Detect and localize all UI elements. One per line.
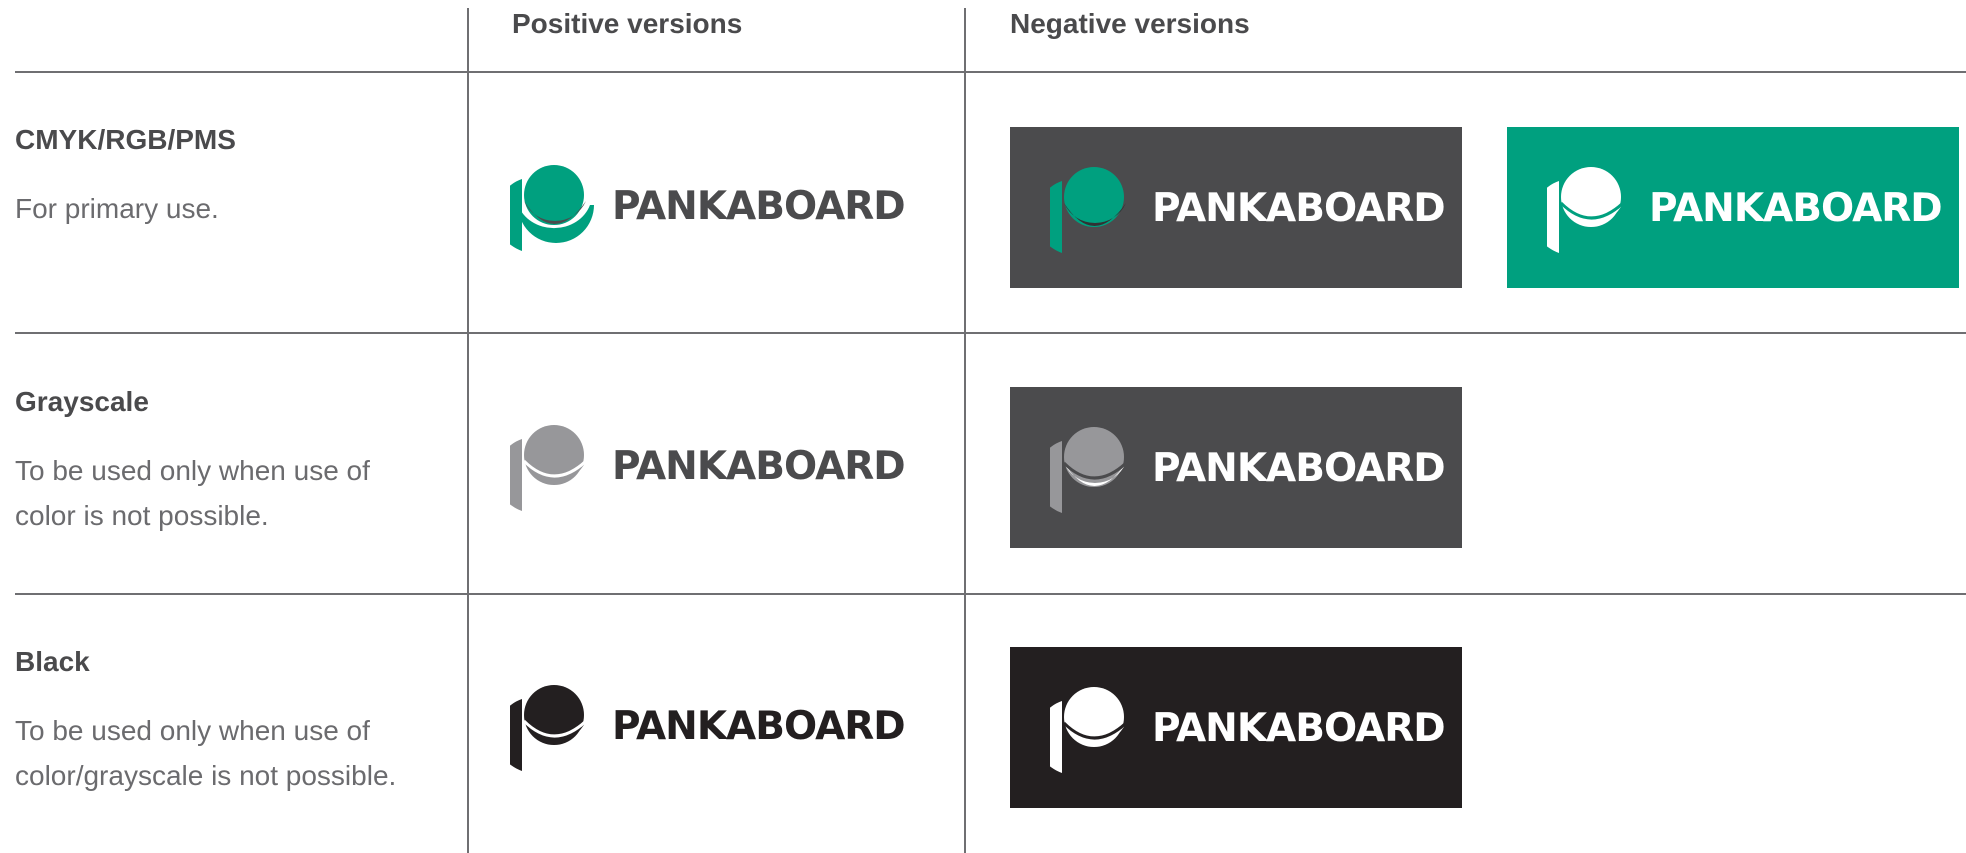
column-divider-right <box>964 8 966 853</box>
pankaboard-mark-icon <box>510 425 588 511</box>
row-title-black: Black <box>15 646 90 677</box>
negative-box-dark-grayscale: PANKABOARD <box>1010 387 1462 548</box>
row-divider-1 <box>15 332 1966 334</box>
logo-negative-color-on-dark: PANKABOARD <box>1050 163 1446 253</box>
row-title-cmyk: CMYK/RGB/PMS <box>15 124 236 155</box>
header-negative-versions: Negative versions <box>1010 8 1250 39</box>
pankaboard-mark-icon <box>1050 687 1128 773</box>
negative-box-green: PANKABOARD <box>1507 127 1959 288</box>
wordmark-text: PANKABOARD <box>612 703 906 749</box>
pankaboard-mark-icon <box>510 685 588 771</box>
wordmark-text: PANKABOARD <box>612 443 906 489</box>
column-divider-left <box>467 8 469 853</box>
row-divider-header <box>15 71 1966 73</box>
pankaboard-mark-icon <box>1050 427 1128 513</box>
row-title-grayscale: Grayscale <box>15 386 149 417</box>
row-description-cmyk: For primary use. <box>15 193 219 224</box>
logo-negative-white-on-black: PANKABOARD <box>1050 683 1446 773</box>
wordmark-text: PANKABOARD <box>1649 185 1943 231</box>
negative-box-dark-color: PANKABOARD <box>1010 127 1462 288</box>
wordmark-text: PANKABOARD <box>1152 705 1446 751</box>
row-divider-2 <box>15 593 1966 595</box>
wordmark-text: PANKABOARD <box>612 183 906 229</box>
logo-positive-color: PANKABOARD <box>510 161 906 251</box>
pankaboard-mark-icon <box>510 165 594 251</box>
logo-positive-grayscale: PANKABOARD <box>510 421 906 511</box>
wordmark-text: PANKABOARD <box>1152 445 1446 491</box>
header-positive-versions: Positive versions <box>512 8 743 39</box>
logo-negative-grayscale-on-dark: PANKABOARD <box>1050 423 1446 513</box>
negative-box-black: PANKABOARD <box>1010 647 1462 808</box>
row-description-grayscale: To be used only when use of color is not… <box>15 455 370 531</box>
logo-negative-white-on-green: PANKABOARD <box>1547 163 1943 253</box>
wordmark-text: PANKABOARD <box>1152 185 1446 231</box>
row-description-black: To be used only when use of color/graysc… <box>15 715 397 791</box>
logo-positive-black: PANKABOARD <box>510 681 906 771</box>
pankaboard-mark-icon <box>1547 167 1625 253</box>
pankaboard-mark-icon <box>1050 167 1126 253</box>
